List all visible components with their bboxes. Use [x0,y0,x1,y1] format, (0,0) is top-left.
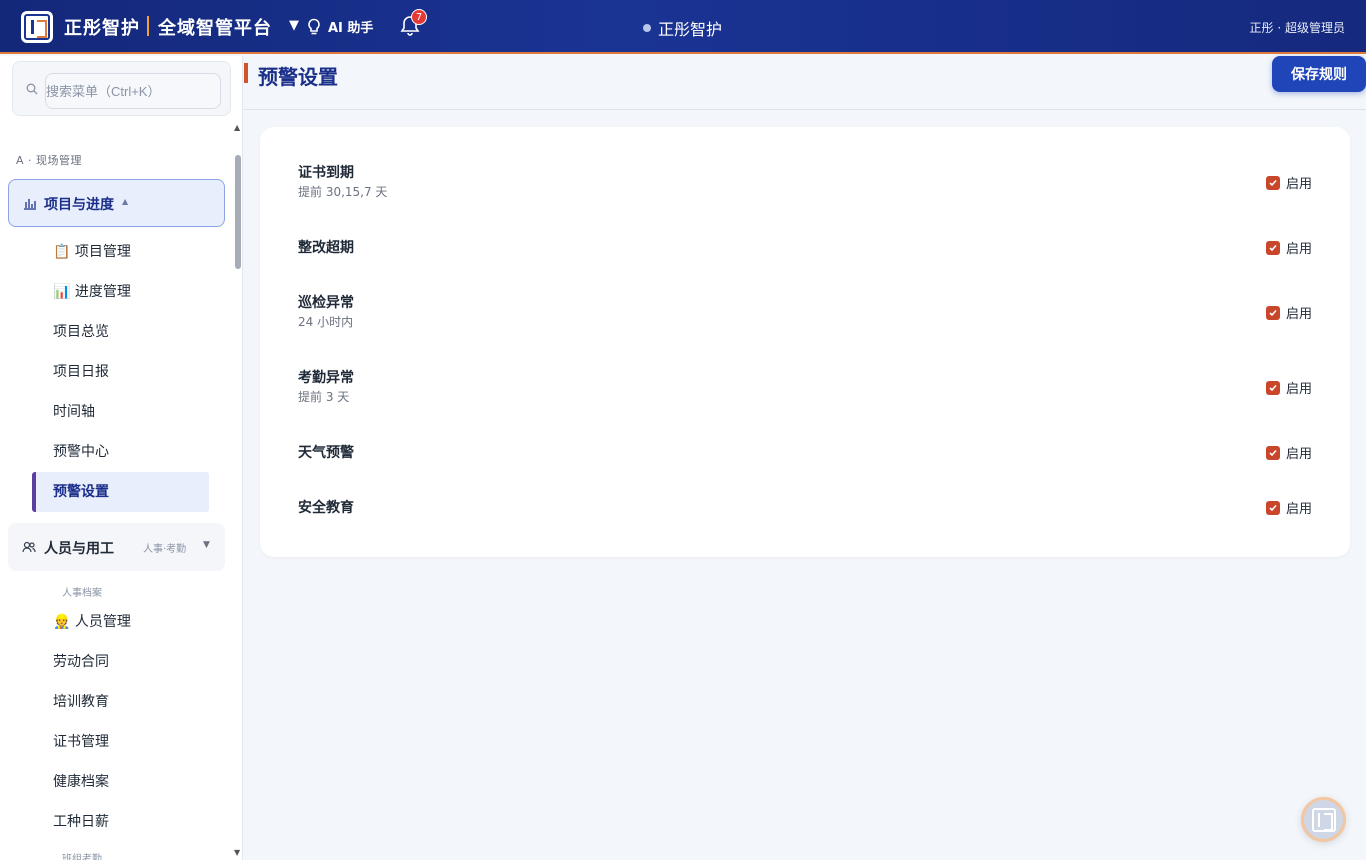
title-accent-bar [244,63,248,83]
center-title: 正彤智护 [643,16,722,40]
chevron-down-icon: ▼ [203,540,210,550]
sidebar-item-timeline[interactable]: 时间轴 [53,401,95,421]
sidebar-item-project-management[interactable]: 📋 项目管理 [53,241,131,261]
checkbox-label: 启用 [1286,177,1313,192]
rule-enable-checkbox[interactable]: 启用 [1266,238,1312,257]
sidebar-item-daily-wage[interactable]: 工种日薪 [53,811,109,831]
rule-description: 提前 3 天 [298,390,350,404]
chart-icon: 📊 [53,284,71,300]
nav-group-label: 项目与进度 [44,197,114,213]
nav-group-project-progress[interactable]: 项目与进度 ▲ [8,179,225,227]
floating-assistant-button[interactable] [1301,797,1346,842]
logo-icon [1311,807,1336,832]
rule-name: 考勤异常 [298,370,354,386]
rule-name: 安全教育 [298,500,354,516]
sidebar-item-alert-settings[interactable]: 预警设置 [53,481,109,501]
nav-group-subtitle: 人事·考勤 [143,544,187,555]
checkbox-checked-icon [1266,305,1280,320]
save-rules-button[interactable]: 保存规则 [1272,56,1366,92]
rule-enable-checkbox[interactable]: 启用 [1266,303,1312,322]
scroll-up-arrow-icon[interactable]: ▲ [234,123,240,132]
status-dot-icon [643,24,651,32]
center-title-label: 正彤智护 [658,20,723,39]
worker-icon: 👷 [53,614,71,630]
section-label: A · 现场管理 [16,154,83,167]
platform-name: 全域智管平台 [158,18,272,39]
sub-section-label: 人事档案 [62,588,102,599]
rules-card [260,127,1350,557]
rule-enable-checkbox[interactable]: 启用 [1266,173,1312,192]
ai-assistant-label: AI 助手 [328,21,374,36]
scroll-down-arrow-icon[interactable]: ▼ [234,848,240,857]
rule-description: 24 小时内 [298,315,354,329]
rule-enable-checkbox[interactable]: 启用 [1266,378,1312,397]
nav-group-personnel[interactable]: 人员与用工 人事·考勤 ▼ [8,523,225,571]
nav-group-label: 人员与用工 [44,541,114,557]
rule-name: 整改超期 [298,240,354,256]
sidebar-item-label: 人员管理 [74,614,131,630]
bar-chart-icon [24,199,36,210]
users-icon [22,541,36,553]
checkbox-label: 启用 [1286,502,1313,517]
sidebar-item-project-overview[interactable]: 项目总览 [53,321,109,341]
sidebar-item-label: 进度管理 [74,284,131,300]
checkbox-checked-icon [1266,445,1280,460]
sidebar: ▲ ▼ A · 现场管理 项目与进度 ▲ 📋 项目管理 📊 进度管理 项目总览 … [0,56,243,860]
search-icon [26,83,38,95]
ai-assistant-button[interactable]: AI 助手 [306,17,373,36]
checkbox-label: 启用 [1286,307,1313,322]
brand-name: 正彤智护 [64,18,140,39]
page-header [244,56,1366,110]
chevron-up-icon: ▲ [122,197,129,206]
checkbox-checked-icon [1266,175,1280,190]
sidebar-item-label: 项目管理 [74,244,131,260]
checkbox-checked-icon [1266,380,1280,395]
search-input[interactable] [45,73,221,109]
rule-enable-checkbox[interactable]: 启用 [1266,443,1312,462]
search-box [12,61,231,116]
sidebar-item-training[interactable]: 培训教育 [53,691,109,711]
sidebar-item-progress-management[interactable]: 📊 进度管理 [53,281,131,301]
rule-name: 天气预警 [298,445,354,461]
top-bar: 正彤智护 全域智管平台 ▼ AI 助手 7 正彤智护 正彤 · 超级管理员 [0,0,1366,54]
rule-name: 证书到期 [298,165,354,181]
checkbox-label: 启用 [1286,447,1313,462]
sidebar-item-project-daily[interactable]: 项目日报 [53,361,109,381]
notification-badge: 7 [411,9,427,25]
checkbox-checked-icon [1266,240,1280,255]
rule-enable-checkbox[interactable]: 启用 [1266,498,1312,517]
platform-dropdown-icon[interactable]: ▼ [289,18,299,33]
rule-name: 巡检异常 [298,295,354,311]
checkbox-label: 启用 [1286,382,1313,397]
checkbox-label: 启用 [1286,242,1313,257]
sidebar-item-personnel-management[interactable]: 👷 人员管理 [53,611,131,631]
scrollbar-thumb[interactable] [235,155,241,269]
rule-description: 提前 30,15,7 天 [298,185,388,199]
lightbulb-icon [308,18,320,34]
clipboard-icon: 📋 [53,244,71,260]
sidebar-item-alert-center[interactable]: 预警中心 [53,441,109,461]
sidebar-item-health-records[interactable]: 健康档案 [53,771,109,791]
checkbox-checked-icon [1266,500,1280,515]
brand-divider [147,16,149,36]
user-menu[interactable]: 正彤 · 超级管理员 [1250,19,1345,36]
logo-icon[interactable] [21,11,53,43]
sub-section-label: 班组考勤 [62,854,102,860]
page-title: 预警设置 [258,65,338,89]
sidebar-item-certificates[interactable]: 证书管理 [53,731,109,751]
sidebar-item-labor-contract[interactable]: 劳动合同 [53,651,109,671]
